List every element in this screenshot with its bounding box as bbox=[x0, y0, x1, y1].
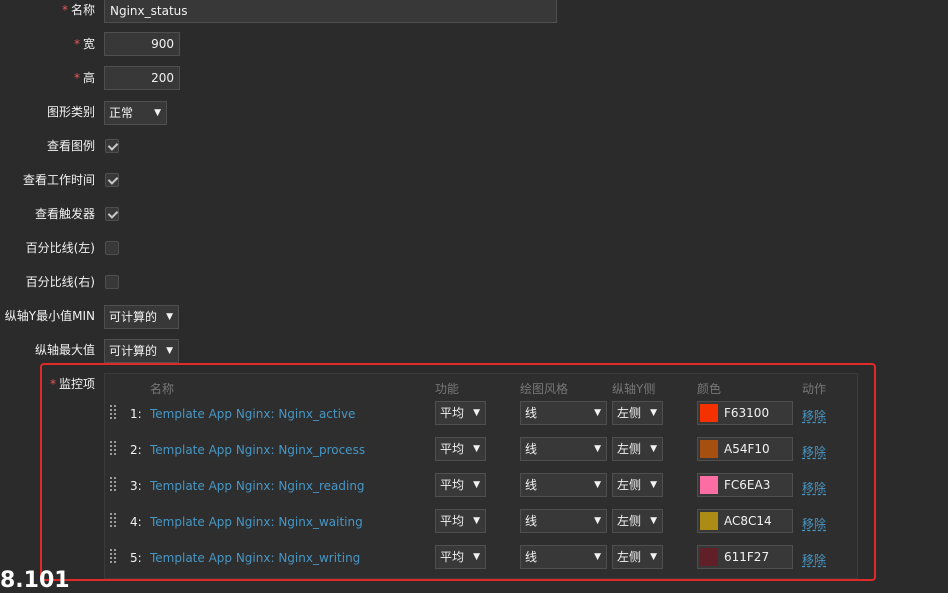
y-min-value: 可计算的 bbox=[109, 310, 158, 324]
show-legend-label-wrap: 查看图例 bbox=[0, 134, 95, 158]
show-legend-checkbox[interactable] bbox=[105, 139, 119, 153]
show-triggers-label: 查看触发器 bbox=[34, 207, 95, 221]
y-max-value: 可计算的 bbox=[109, 344, 158, 358]
percentile-right-checkbox[interactable] bbox=[105, 275, 119, 289]
name-label-text: 名称 bbox=[70, 3, 95, 17]
y-min-label: 纵轴Y最小值MIN bbox=[4, 309, 95, 323]
dropdown-arrow-icon: ▼ bbox=[166, 346, 173, 356]
graph-type-value: 正常 bbox=[109, 106, 134, 120]
dropdown-arrow-icon: ▼ bbox=[154, 108, 161, 118]
name-label: * 名称 bbox=[62, 0, 95, 22]
graph-type-label: 图形类别 bbox=[46, 105, 95, 119]
required-mark: * bbox=[73, 71, 80, 85]
width-label-text: 宽 bbox=[82, 37, 95, 51]
width-input[interactable] bbox=[104, 32, 180, 56]
required-mark: * bbox=[61, 3, 68, 17]
clipped-text: 8.101 bbox=[0, 568, 70, 593]
show-working-time-label-wrap: 查看工作时间 bbox=[0, 168, 95, 192]
graph-type-select[interactable]: 正常 ▼ bbox=[104, 101, 167, 125]
percentile-left-checkbox[interactable] bbox=[105, 241, 119, 255]
show-triggers-checkbox[interactable] bbox=[105, 207, 119, 221]
percentile-right-label-wrap: 百分比线(右) bbox=[0, 270, 95, 294]
y-min-label-wrap: 纵轴Y最小值MIN bbox=[0, 304, 95, 328]
percentile-right-label: 百分比线(右) bbox=[25, 275, 95, 289]
height-label-wrap: * 高 bbox=[0, 66, 95, 90]
height-label: * 高 bbox=[74, 66, 95, 90]
width-label-wrap: * 宽 bbox=[0, 32, 95, 56]
percentile-left-label-wrap: 百分比线(左) bbox=[0, 236, 95, 260]
y-max-label: 纵轴最大值 bbox=[34, 343, 95, 357]
show-triggers-label-wrap: 查看触发器 bbox=[0, 202, 95, 226]
percentile-left-label: 百分比线(左) bbox=[25, 241, 95, 255]
height-label-text: 高 bbox=[82, 71, 95, 85]
y-max-label-wrap: 纵轴最大值 bbox=[0, 338, 95, 362]
required-mark: * bbox=[73, 37, 80, 51]
graph-type-label-wrap: 图形类别 bbox=[0, 100, 95, 124]
name-label-wrap: * 名称 bbox=[0, 0, 95, 22]
show-legend-label: 查看图例 bbox=[46, 139, 95, 153]
y-max-select[interactable]: 可计算的 ▼ bbox=[104, 339, 179, 363]
name-input[interactable] bbox=[104, 0, 557, 23]
width-label: * 宽 bbox=[74, 32, 95, 56]
show-working-time-label: 查看工作时间 bbox=[22, 173, 95, 187]
dropdown-arrow-icon: ▼ bbox=[166, 312, 173, 322]
height-input[interactable] bbox=[104, 66, 180, 90]
items-highlight-box bbox=[40, 363, 876, 581]
y-min-select[interactable]: 可计算的 ▼ bbox=[104, 305, 179, 329]
show-working-time-checkbox[interactable] bbox=[105, 173, 119, 187]
